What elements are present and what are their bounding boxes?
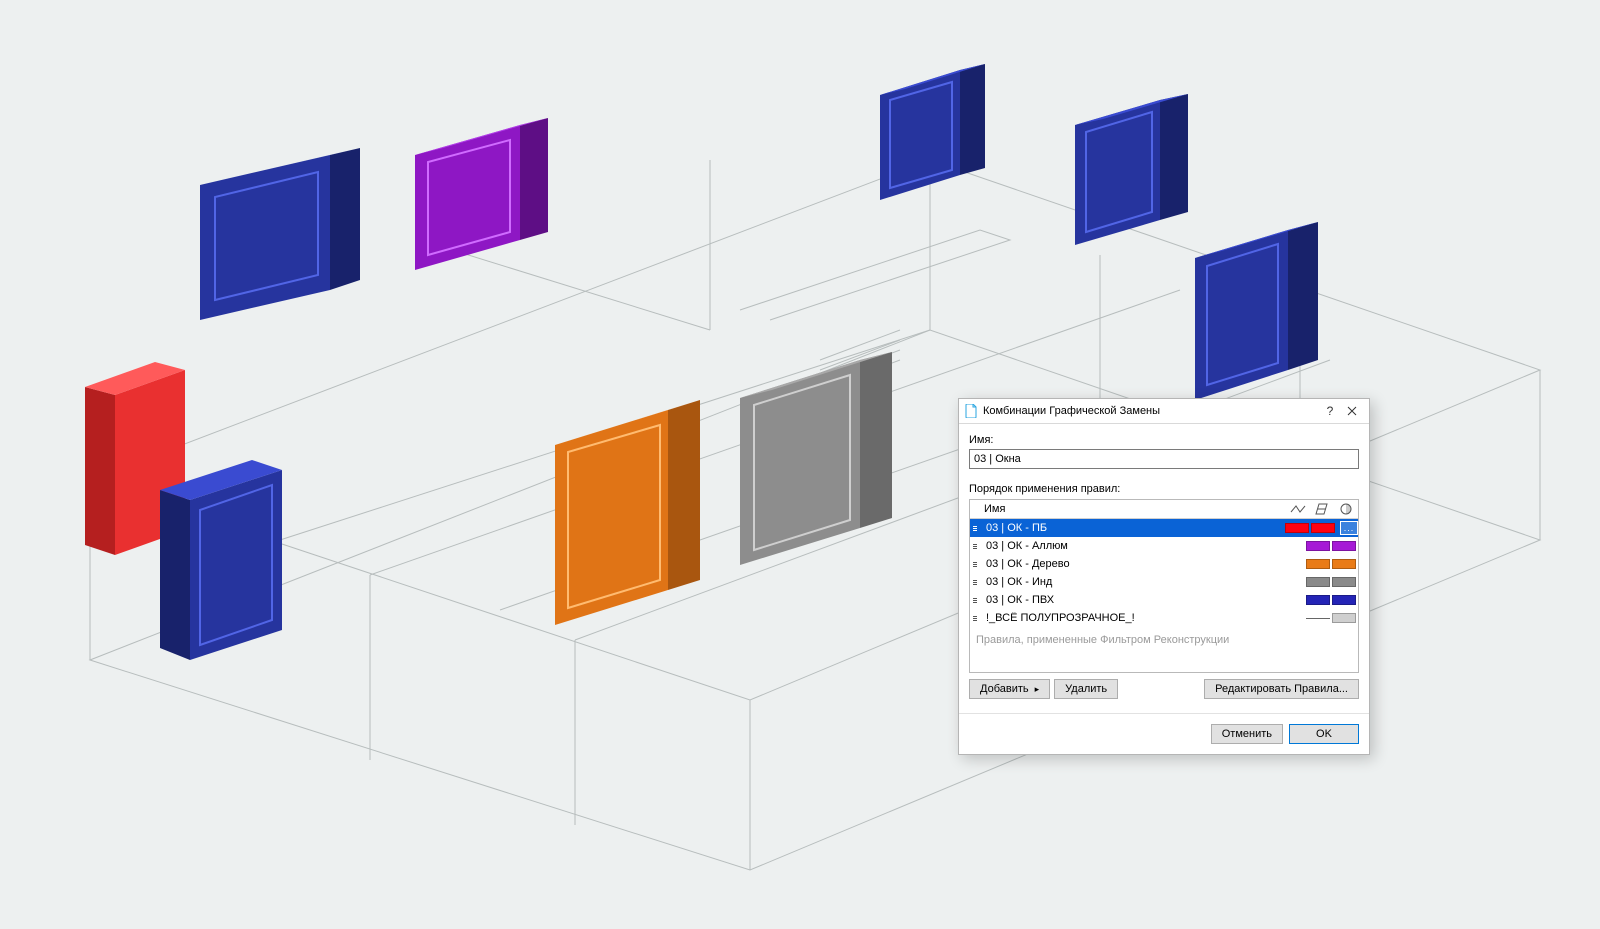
drag-handle-icon[interactable] — [970, 580, 980, 585]
drag-handle-icon[interactable] — [970, 598, 980, 603]
fill-style-icon — [1310, 503, 1334, 515]
rules-table: Имя 03 | ОК - ПБ...03 | ОК - Аллюм03 | О… — [969, 499, 1359, 673]
surface-style-icon — [1334, 503, 1358, 515]
document-icon — [965, 404, 977, 418]
rule-swatches — [1306, 613, 1356, 623]
rule-name: 03 | ОК - Инд — [980, 576, 1306, 588]
rule-row[interactable]: !_ВСЁ ПОЛУПРОЗРАЧНОЕ_! — [970, 609, 1358, 627]
window-object[interactable] — [160, 460, 282, 660]
rule-name: !_ВСЁ ПОЛУПРОЗРАЧНОЕ_! — [980, 612, 1306, 624]
dialog-titlebar[interactable]: Комбинации Графической Замены ? — [959, 399, 1369, 424]
rule-swatches — [1306, 595, 1356, 605]
rule-row[interactable]: 03 | ОК - Инд — [970, 573, 1358, 591]
rule-row[interactable]: 03 | ОК - Дерево — [970, 555, 1358, 573]
ok-button[interactable]: OK — [1289, 724, 1359, 744]
rule-swatches — [1306, 577, 1356, 587]
chevron-right-icon: ▸ — [1035, 684, 1040, 695]
graphic-override-dialog: Комбинации Графической Замены ? Имя: Пор… — [958, 398, 1370, 755]
edit-rules-button[interactable]: Редактировать Правила... — [1204, 679, 1359, 699]
rule-swatches — [1285, 523, 1335, 533]
window-object[interactable] — [200, 148, 360, 320]
name-input[interactable] — [969, 449, 1359, 469]
rule-name: 03 | ОК - Дерево — [980, 558, 1306, 570]
help-button[interactable]: ? — [1319, 400, 1341, 422]
window-object[interactable] — [415, 118, 548, 270]
drag-handle-icon[interactable] — [970, 562, 980, 567]
rule-row[interactable]: 03 | ОК - ПБ... — [970, 519, 1358, 537]
remove-button[interactable]: Удалить — [1054, 679, 1118, 699]
rule-row[interactable]: 03 | ОК - Аллюм — [970, 537, 1358, 555]
window-object[interactable] — [555, 400, 700, 625]
cancel-button[interactable]: Отменить — [1211, 724, 1283, 744]
rules-note: Правила, примененные Фильтром Реконструк… — [970, 627, 1358, 672]
more-button[interactable]: ... — [1340, 521, 1358, 535]
column-name: Имя — [980, 503, 1286, 515]
drag-handle-icon[interactable] — [970, 544, 980, 549]
rule-name: 03 | ОК - ПВХ — [980, 594, 1306, 606]
rule-name: 03 | ОК - ПБ — [980, 522, 1285, 534]
window-object[interactable] — [880, 64, 985, 200]
rule-swatches — [1306, 559, 1356, 569]
rule-row[interactable]: 03 | ОК - ПВХ — [970, 591, 1358, 609]
close-button[interactable] — [1341, 400, 1363, 422]
rules-header: Имя — [970, 500, 1358, 519]
drag-handle-icon[interactable] — [970, 526, 980, 531]
dialog-title: Комбинации Графической Замены — [983, 405, 1319, 417]
name-label: Имя: — [969, 434, 1359, 446]
rule-swatches — [1306, 541, 1356, 551]
order-label: Порядок применения правил: — [969, 483, 1359, 495]
window-object[interactable] — [1075, 94, 1188, 245]
drag-handle-icon[interactable] — [970, 616, 980, 621]
add-button[interactable]: Добавить▸ — [969, 679, 1050, 699]
rule-name: 03 | ОК - Аллюм — [980, 540, 1306, 552]
rules-list[interactable]: 03 | ОК - ПБ... 03 | ОК - Аллюм 03 | ОК - … — [970, 519, 1358, 627]
line-style-icon — [1286, 504, 1310, 514]
